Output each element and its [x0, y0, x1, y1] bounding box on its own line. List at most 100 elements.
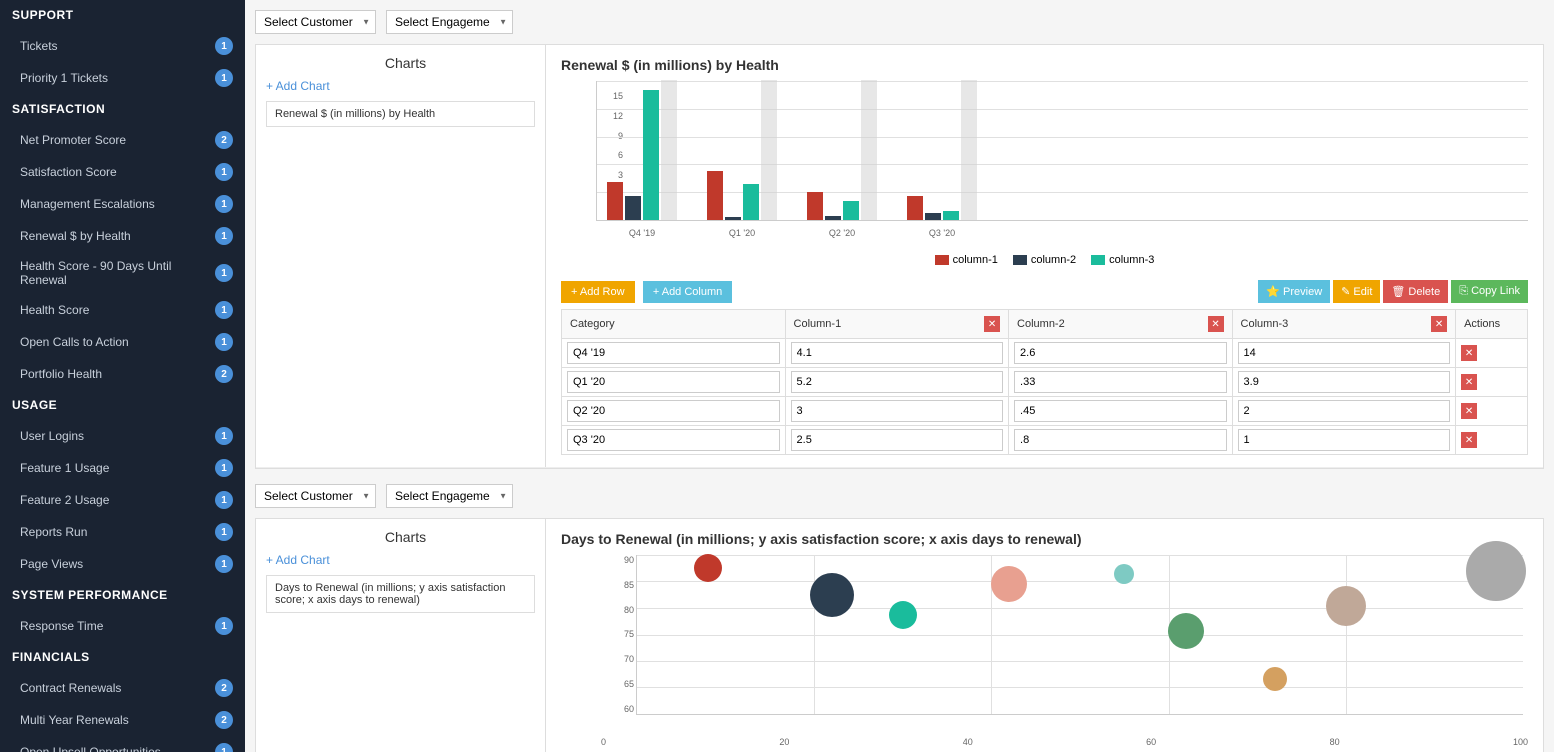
customer-dropdown-2[interactable]: Select Customer — [255, 484, 376, 508]
chart-list-item-1[interactable]: Renewal $ (in millions) by Health — [266, 101, 535, 127]
sidebar-item-priority-1-tickets[interactable]: Priority 1 Tickets1 — [0, 62, 245, 94]
sidebar-badge: 1 — [215, 301, 233, 319]
th-col2: Column-2 ✕ — [1009, 310, 1233, 339]
sidebar-item-response-time[interactable]: Response Time1 — [0, 610, 245, 642]
sidebar-item-reports-run[interactable]: Reports Run1 — [0, 516, 245, 548]
delete-col3-btn[interactable]: ✕ — [1431, 316, 1447, 332]
chart-list-item-2[interactable]: Days to Renewal (in millions; y axis sat… — [266, 575, 535, 613]
panel-title-1: Charts — [266, 55, 535, 71]
table-cell-input[interactable] — [1014, 371, 1227, 393]
table-cell-input[interactable] — [1238, 342, 1451, 364]
table-cell-input[interactable] — [567, 342, 780, 364]
bar-group-q4-19: Q4 '19 — [607, 80, 677, 220]
table-cell-input[interactable] — [1238, 429, 1451, 451]
table-cell-input[interactable] — [567, 371, 780, 393]
sidebar-item-label: Renewal $ by Health — [20, 229, 131, 243]
copy-link-btn[interactable]: ⎘ Copy Link — [1451, 280, 1528, 303]
bar-group-q2-20: Q2 '20 — [807, 80, 877, 220]
th-col3: Column-3 ✕ — [1232, 310, 1456, 339]
table-row: ✕ — [562, 339, 1528, 368]
sidebar-badge: 2 — [215, 679, 233, 697]
sidebar-item-satisfaction-score[interactable]: Satisfaction Score1 — [0, 156, 245, 188]
bar-q4-col3 — [643, 90, 659, 220]
sidebar-item-feature-2-usage[interactable]: Feature 2 Usage1 — [0, 484, 245, 516]
add-chart-btn-1[interactable]: + Add Chart — [266, 79, 330, 93]
table-cell-input[interactable] — [791, 371, 1004, 393]
engagement-select-1[interactable]: Select Engageme — [386, 10, 513, 34]
edit-btn[interactable]: ✎ Edit — [1333, 280, 1380, 303]
sidebar: SupportTickets1Priority 1 Tickets1Satisf… — [0, 0, 245, 752]
customer-select-1[interactable]: Select Customer — [255, 10, 376, 34]
scatter-dot-4 — [991, 566, 1027, 602]
bar-label-q3: Q3 '20 — [929, 228, 955, 238]
add-col-btn[interactable]: + Add Column — [643, 281, 732, 303]
top-controls-1: Select Customer Select Engageme — [255, 10, 1544, 34]
legend-col3: column-3 — [1091, 254, 1154, 266]
customer-select-2[interactable]: Select Customer — [255, 484, 376, 508]
chart-legend-1: column-1 column-2 column-3 — [561, 254, 1528, 266]
sidebar-badge: 1 — [215, 523, 233, 541]
engagement-select-2[interactable]: Select Engageme — [386, 484, 513, 508]
sidebar-item-tickets[interactable]: Tickets1 — [0, 30, 245, 62]
sidebar-item-renewal-$-by-health[interactable]: Renewal $ by Health1 — [0, 220, 245, 252]
sidebar-item-health-score---90-days-until-r[interactable]: Health Score - 90 Days Until Renewal1 — [0, 252, 245, 294]
delete-btn[interactable]: 🗑 Delete — [1383, 280, 1448, 303]
add-row-btn[interactable]: + Add Row — [561, 281, 635, 303]
add-chart-btn-2[interactable]: + Add Chart — [266, 553, 330, 567]
sidebar-item-label: Satisfaction Score — [20, 165, 117, 179]
table-cell-input[interactable] — [1238, 400, 1451, 422]
sidebar-item-label: User Logins — [20, 429, 84, 443]
engagement-dropdown-2[interactable]: Select Engageme — [386, 484, 513, 508]
th-actions: Actions — [1456, 310, 1528, 339]
sidebar-item-feature-1-usage[interactable]: Feature 1 Usage1 — [0, 452, 245, 484]
delete-row-btn[interactable]: ✕ — [1461, 403, 1477, 419]
sidebar-item-portfolio-health[interactable]: Portfolio Health2 — [0, 358, 245, 390]
sidebar-item-page-views[interactable]: Page Views1 — [0, 548, 245, 580]
table-cell-input[interactable] — [1014, 400, 1227, 422]
bar-label-q1: Q1 '20 — [729, 228, 755, 238]
sidebar-item-user-logins[interactable]: User Logins1 — [0, 420, 245, 452]
table-cell-input[interactable] — [1238, 371, 1451, 393]
table-cell-input[interactable] — [791, 342, 1004, 364]
bar-q4-bg — [661, 80, 677, 220]
sidebar-badge: 1 — [215, 459, 233, 477]
table-cell-input[interactable] — [791, 429, 1004, 451]
bar-q2-col3 — [843, 201, 859, 220]
sidebar-badge: 2 — [215, 365, 233, 383]
bar-q4-col2 — [625, 196, 641, 220]
scatter-plot: 60657075808590 — [636, 555, 1523, 715]
delete-col1-btn[interactable]: ✕ — [984, 316, 1000, 332]
bar-q3-bg — [961, 80, 977, 220]
table-cell-input[interactable] — [567, 400, 780, 422]
chart-right-panel-2: Days to Renewal (in millions; y axis sat… — [546, 519, 1543, 752]
table-cell-input[interactable] — [1014, 429, 1227, 451]
preview-btn[interactable]: ⭐ Preview — [1258, 280, 1330, 303]
bar-q3-col1 — [907, 196, 923, 220]
sidebar-item-open-calls-to-action[interactable]: Open Calls to Action1 — [0, 326, 245, 358]
delete-row-btn[interactable]: ✕ — [1461, 432, 1477, 448]
sidebar-item-contract-renewals[interactable]: Contract Renewals2 — [0, 672, 245, 704]
sidebar-badge: 1 — [215, 491, 233, 509]
sidebar-item-open-upsell-opportunities[interactable]: Open Upsell Opportunities1 — [0, 736, 245, 752]
sidebar-item-label: Multi Year Renewals — [20, 713, 129, 727]
sidebar-item-net-promoter-score[interactable]: Net Promoter Score2 — [0, 124, 245, 156]
bar-chart: 03691215 — [596, 81, 1528, 221]
scatter-dot-5 — [1114, 564, 1134, 584]
sidebar-item-management-escalations[interactable]: Management Escalations1 — [0, 188, 245, 220]
table-cell-input[interactable] — [1014, 342, 1227, 364]
left-buttons: + Add Row + Add Column — [561, 281, 732, 303]
table-cell-input[interactable] — [791, 400, 1004, 422]
table-row: ✕ — [562, 368, 1528, 397]
customer-dropdown-1[interactable]: Select Customer — [255, 10, 376, 34]
delete-row-btn[interactable]: ✕ — [1461, 374, 1477, 390]
table-row: ✕ — [562, 397, 1528, 426]
chart-title-1: Renewal $ (in millions) by Health — [561, 57, 1528, 73]
scatter-x-axis: 020406080100 — [601, 735, 1528, 747]
delete-row-btn[interactable]: ✕ — [1461, 345, 1477, 361]
delete-col2-btn[interactable]: ✕ — [1208, 316, 1224, 332]
chart-right-panel-1: Renewal $ (in millions) by Health 036912… — [546, 45, 1543, 467]
engagement-dropdown-1[interactable]: Select Engageme — [386, 10, 513, 34]
sidebar-item-health-score[interactable]: Health Score1 — [0, 294, 245, 326]
table-cell-input[interactable] — [567, 429, 780, 451]
sidebar-item-multi-year-renewals[interactable]: Multi Year Renewals2 — [0, 704, 245, 736]
